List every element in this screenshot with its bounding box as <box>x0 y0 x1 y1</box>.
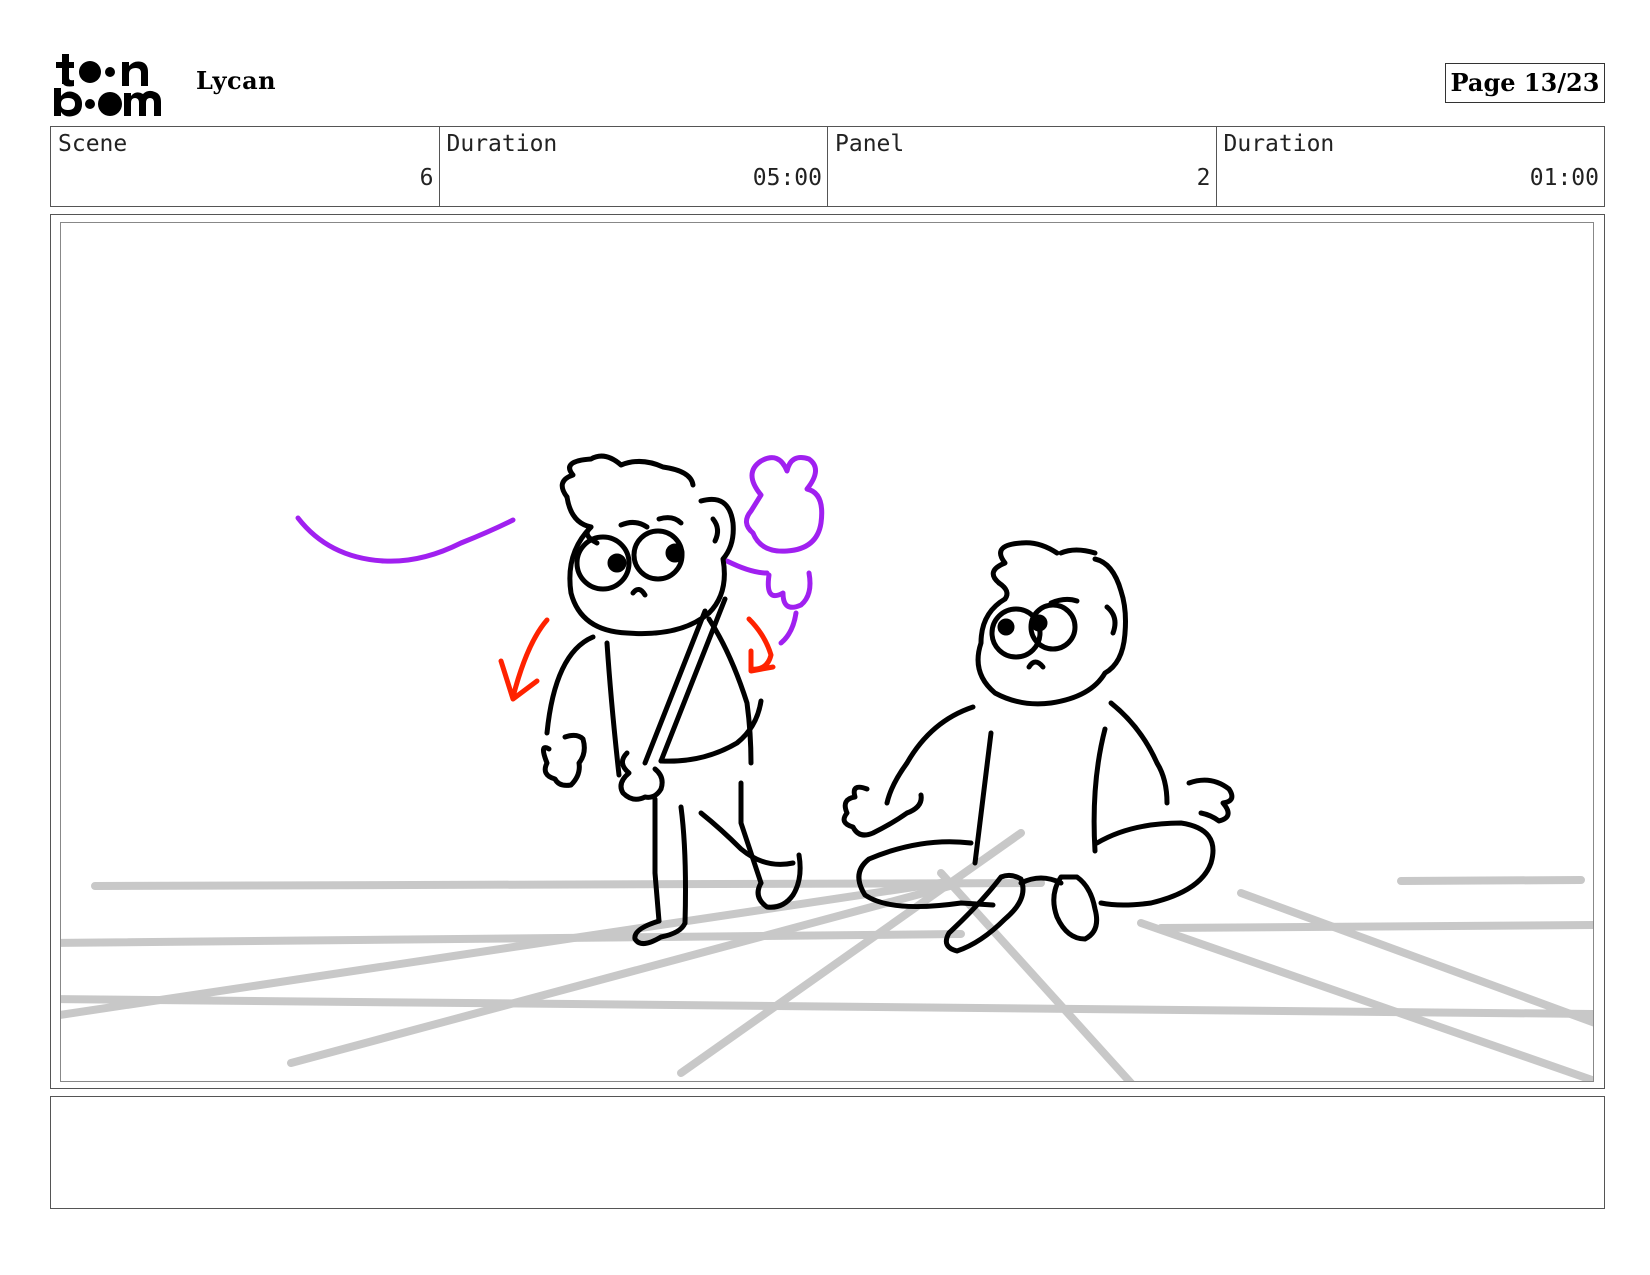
panel-duration-label: Duration <box>1223 131 1335 157</box>
scene-cell: Scene 6 <box>51 127 440 206</box>
project-title: Lycan <box>196 66 277 95</box>
panel-duration-cell: Duration 01:00 <box>1217 127 1605 206</box>
scene-duration-cell: Duration 05:00 <box>440 127 828 206</box>
panel-duration-value: 01:00 <box>1529 165 1599 191</box>
page-number: Page 13/23 <box>1445 63 1605 103</box>
motion-arc <box>295 515 516 564</box>
panel-notes-box <box>50 1096 1605 1209</box>
standing-character <box>541 453 803 946</box>
scene-duration-value: 05:00 <box>752 165 822 191</box>
scene-label: Scene <box>58 131 128 157</box>
storyboard-panel-image <box>60 222 1594 1082</box>
storyboard-panel-frame <box>50 214 1605 1089</box>
panel-value: 2 <box>1196 165 1211 191</box>
toon-boom-logo <box>52 52 172 118</box>
panel-info-table: Scene 6 Duration 05:00 Panel 2 Duration … <box>50 126 1605 207</box>
panel-cell: Panel 2 <box>828 127 1217 206</box>
floor-grid <box>61 829 1593 1081</box>
stink-puff <box>724 455 825 646</box>
scene-duration-label: Duration <box>446 131 558 157</box>
panel-label: Panel <box>835 131 905 157</box>
scene-value: 6 <box>419 165 434 191</box>
